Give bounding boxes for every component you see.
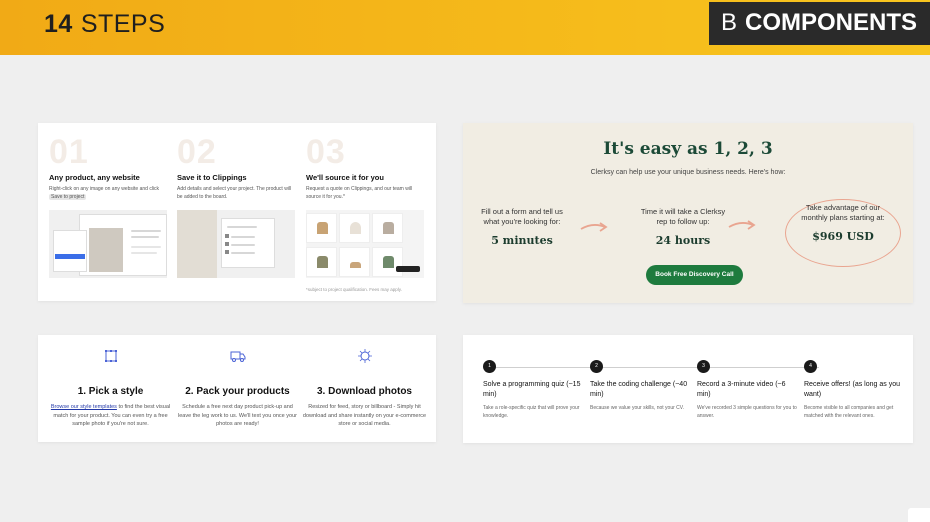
hiring-step-2: 2 Take the coding challenge (~40 min) Be… — [590, 360, 690, 413]
clipping-dialog-image — [177, 210, 295, 278]
menu-highlight — [55, 254, 85, 259]
grid-select-icon — [104, 350, 117, 362]
step-title: Take the coding challenge (~40 min) — [590, 381, 688, 398]
clippings-step-3: 03 We'll source it for you Request a quo… — [306, 133, 426, 201]
browser-screenshot-image — [49, 210, 167, 278]
header-title-text: STEPS — [80, 10, 166, 38]
step-title: 2. Pack your products — [185, 386, 290, 397]
step-number-dot: 2 — [590, 360, 603, 373]
hiring-step-4: 4 Receive offers! (as long as you want) … — [804, 360, 904, 420]
door-photo — [177, 210, 217, 278]
step-text: Browse our style templates to find the b… — [48, 403, 173, 429]
arrow-right-icon — [728, 220, 756, 230]
step-number-dot: 1 — [483, 360, 496, 373]
step-title: Record a 3-minute video (~6 min) — [697, 381, 786, 398]
step-description: Fill out a form and tell us what you're … — [481, 207, 563, 226]
clippings-steps-card: 01 Any product, any website Right-click … — [38, 123, 436, 301]
clerksy-title: It's easy as 1, 2, 3 — [603, 139, 773, 159]
product-tile — [339, 213, 370, 243]
clerksy-step-1: Fill out a form and tell us what you're … — [475, 207, 569, 247]
photo-steps-card: 1. Pick a style Browse our style templat… — [38, 335, 436, 442]
hiring-step-3: 3 Record a 3-minute video (~6 min) We've… — [697, 360, 797, 420]
product-photo — [89, 228, 123, 272]
badge-letter: B — [721, 9, 738, 36]
product-grid-image — [306, 210, 424, 278]
step-value: 5 minutes — [491, 234, 553, 247]
step-number-dot: 4 — [804, 360, 817, 373]
step-title: We'll source it for you — [306, 173, 384, 182]
step-text: Take a role-specific quiz that will prov… — [483, 405, 580, 419]
clerksy-subtitle: Clerksy can help use your unique busines… — [590, 169, 786, 176]
photo-step-2: 2. Pack your products Schedule a free ne… — [175, 349, 300, 429]
step-text: Schedule a free next day product pick-up… — [178, 404, 297, 427]
hiring-step-1: 1 Solve a programming quiz (~15 min) Tak… — [483, 360, 583, 420]
save-to-project-pill: Save to project — [49, 193, 87, 200]
header-badge: B COMPONENTS — [709, 2, 930, 45]
step-number-dot: 3 — [697, 360, 710, 373]
book-discovery-call-button[interactable]: Book Free Discovery Call — [646, 265, 743, 285]
context-menu — [53, 230, 87, 272]
slide-header: 14 STEPS B COMPONENTS — [0, 0, 930, 55]
step-text: Become visible to all companies and get … — [804, 405, 894, 419]
truck-icon — [230, 351, 245, 362]
step-text: Right-click on any image on any website … — [49, 186, 169, 201]
browse-templates-link[interactable]: Browse our style templates — [51, 404, 117, 410]
badge-word: COMPONENTS — [745, 9, 918, 36]
hiring-process-card: 1 Solve a programming quiz (~15 min) Tak… — [463, 335, 913, 443]
step-text-body: Right-click on any image on any website … — [49, 186, 160, 192]
step-title: Save it to Clippings — [177, 173, 247, 182]
clippings-step-1: 01 Any product, any website Right-click … — [49, 133, 169, 201]
step-text: We've recorded 3 simple questions for yo… — [697, 405, 797, 419]
slide-canvas: 01 Any product, any website Right-click … — [0, 55, 930, 522]
clerksy-card: It's easy as 1, 2, 3 Clerksy can help us… — [463, 123, 913, 303]
quote-tag — [396, 266, 420, 272]
step-number: 02 — [177, 133, 217, 171]
product-tile — [339, 247, 370, 277]
download-sparkle-icon — [357, 349, 372, 363]
step-text: Because we value your skills, not your C… — [590, 405, 685, 411]
product-tile — [372, 247, 403, 277]
step-title: Receive offers! (as long as you want) — [804, 381, 900, 398]
step-text: Add details and select your project. The… — [177, 186, 292, 200]
clerksy-step-3: Take advantage of our monthly plans star… — [793, 203, 893, 243]
step-number: 01 — [49, 133, 89, 171]
step-title: Solve a programming quiz (~15 min) — [483, 381, 581, 398]
clippings-step-2: 02 Save it to Clippings Add details and … — [177, 133, 297, 201]
photo-step-1: 1. Pick a style Browse our style templat… — [48, 349, 173, 429]
step-title: Any product, any website — [49, 173, 140, 182]
photo-step-3: 3. Download photos Resized for feed, sto… — [302, 349, 427, 429]
step-description: Take advantage of our monthly plans star… — [801, 203, 885, 222]
header-title: 14 STEPS — [44, 10, 165, 39]
product-tile — [372, 213, 403, 243]
step-number: 03 — [306, 133, 346, 171]
step-title: 1. Pick a style — [77, 386, 144, 397]
arrow-right-icon — [580, 222, 608, 232]
footnote: *subject to project qualification. Fees … — [306, 287, 402, 292]
step-text: Request a quote on Clippings, and our te… — [306, 186, 413, 200]
corner-tag — [908, 508, 930, 522]
step-value: 24 hours — [655, 234, 711, 247]
product-tile — [306, 213, 337, 243]
product-tile — [306, 247, 337, 277]
header-number: 14 — [44, 10, 73, 38]
step-text: Resized for feed, story or billboard - S… — [302, 404, 427, 427]
step-value: $969 USD — [812, 230, 874, 243]
step-title: 3. Download photos — [317, 386, 412, 397]
